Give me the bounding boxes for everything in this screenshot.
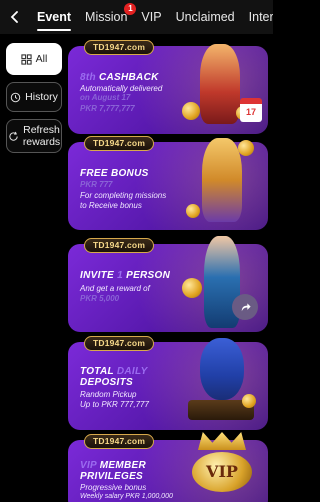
back-button[interactable] [0, 0, 30, 34]
banner-title: 8th CASHBACK [80, 72, 159, 83]
brand-tag: TD1947.com [84, 238, 155, 253]
banner-line: Progressive bonus [80, 483, 147, 492]
banner-illustration [182, 336, 262, 428]
banner-line: Automatically delivered [80, 84, 163, 93]
banner-line: And get a reward of [80, 284, 150, 293]
tab-label: Event [37, 10, 72, 24]
tab-label: Unclaimed [175, 10, 235, 24]
tab-mission[interactable]: Mission 1 [78, 0, 137, 34]
banner-illustration: 17 [182, 40, 262, 132]
chevron-left-icon [10, 11, 18, 23]
banner-line: For completing missions [80, 191, 167, 200]
tab-unclaimed[interactable]: Unclaimed [169, 0, 242, 34]
tab-label: VIP [141, 10, 162, 24]
brand-tag: TD1947.com [84, 434, 155, 449]
banner-illustration [182, 134, 262, 226]
event-banner-cashback[interactable]: TD1947.com 8th CASHBACK Automatically de… [68, 40, 268, 134]
brand-tag: TD1947.com [84, 336, 155, 351]
banner-title: VIP MEMBER [80, 460, 146, 471]
tab-list: Event Mission 1 VIP Unclaimed Inter [30, 0, 273, 34]
brand-tag: TD1947.com [84, 40, 155, 55]
grid-icon [21, 53, 32, 65]
filter-all-label: All [35, 53, 48, 65]
brand-tag: TD1947.com [84, 136, 155, 151]
share-button[interactable] [232, 294, 258, 320]
event-banner-daily-deposits[interactable]: TD1947.com TOTAL DAILY DEPOSITS Random P… [68, 336, 268, 430]
banner-amount: PKR 5,000 [80, 294, 120, 303]
filter-all-button[interactable]: All [6, 43, 62, 75]
banner-title: INVITE 1 PERSON [80, 270, 171, 281]
history-icon [10, 92, 21, 102]
tab-event[interactable]: Event [30, 0, 78, 34]
tab-label: Mission [85, 10, 128, 24]
tab-inter[interactable]: Inter [242, 0, 273, 34]
share-arrow-icon [241, 302, 251, 311]
banner-line: Up to PKR 777,777 [80, 400, 149, 409]
refresh-label-line1: Refresh [23, 124, 60, 136]
history-label: History [25, 91, 58, 103]
event-banner-free-bonus[interactable]: TD1947.com FREE BONUS PKR 777 For comple… [68, 136, 268, 230]
refresh-rewards-label: Refresh rewards [23, 124, 60, 148]
history-button[interactable]: History [6, 82, 62, 112]
refresh-label-line2: rewards [22, 136, 61, 148]
sidebar: All History Refresh rewards [0, 34, 68, 502]
banner-title: TOTAL DAILY [80, 366, 148, 377]
banner-line: Weekly salary PKR 1,000,000 [80, 493, 173, 500]
vip-emblem: VIP [192, 452, 252, 492]
banner-line: to Receive bonus [80, 201, 142, 210]
event-banner-invite[interactable]: TD1947.com INVITE 1 PERSON And get a rew… [68, 236, 268, 332]
event-banner-vip[interactable]: TD1947.com VIP MEMBER PRIVILEGES Progres… [68, 432, 268, 502]
calendar-icon: 17 [240, 98, 262, 122]
refresh-icon [9, 131, 18, 141]
banner-amount: PKR 777 [80, 180, 113, 189]
banner-title-line2: DEPOSITS [80, 377, 133, 388]
tab-vip[interactable]: VIP [134, 0, 168, 34]
refresh-rewards-button[interactable]: Refresh rewards [6, 119, 62, 153]
banner-illustration: VIP [182, 432, 262, 502]
banner-line: Random Pickup [80, 390, 137, 399]
crown-icon [198, 432, 246, 450]
banner-title-line2: PRIVILEGES [80, 471, 144, 482]
banner-title: FREE BONUS [80, 168, 149, 179]
banner-amount: PKR 7,777,777 [80, 104, 135, 113]
banner-line: on August 17 [80, 93, 131, 102]
tab-label: Inter [248, 10, 273, 24]
top-tab-bar: Event Mission 1 VIP Unclaimed Inter [0, 0, 273, 34]
